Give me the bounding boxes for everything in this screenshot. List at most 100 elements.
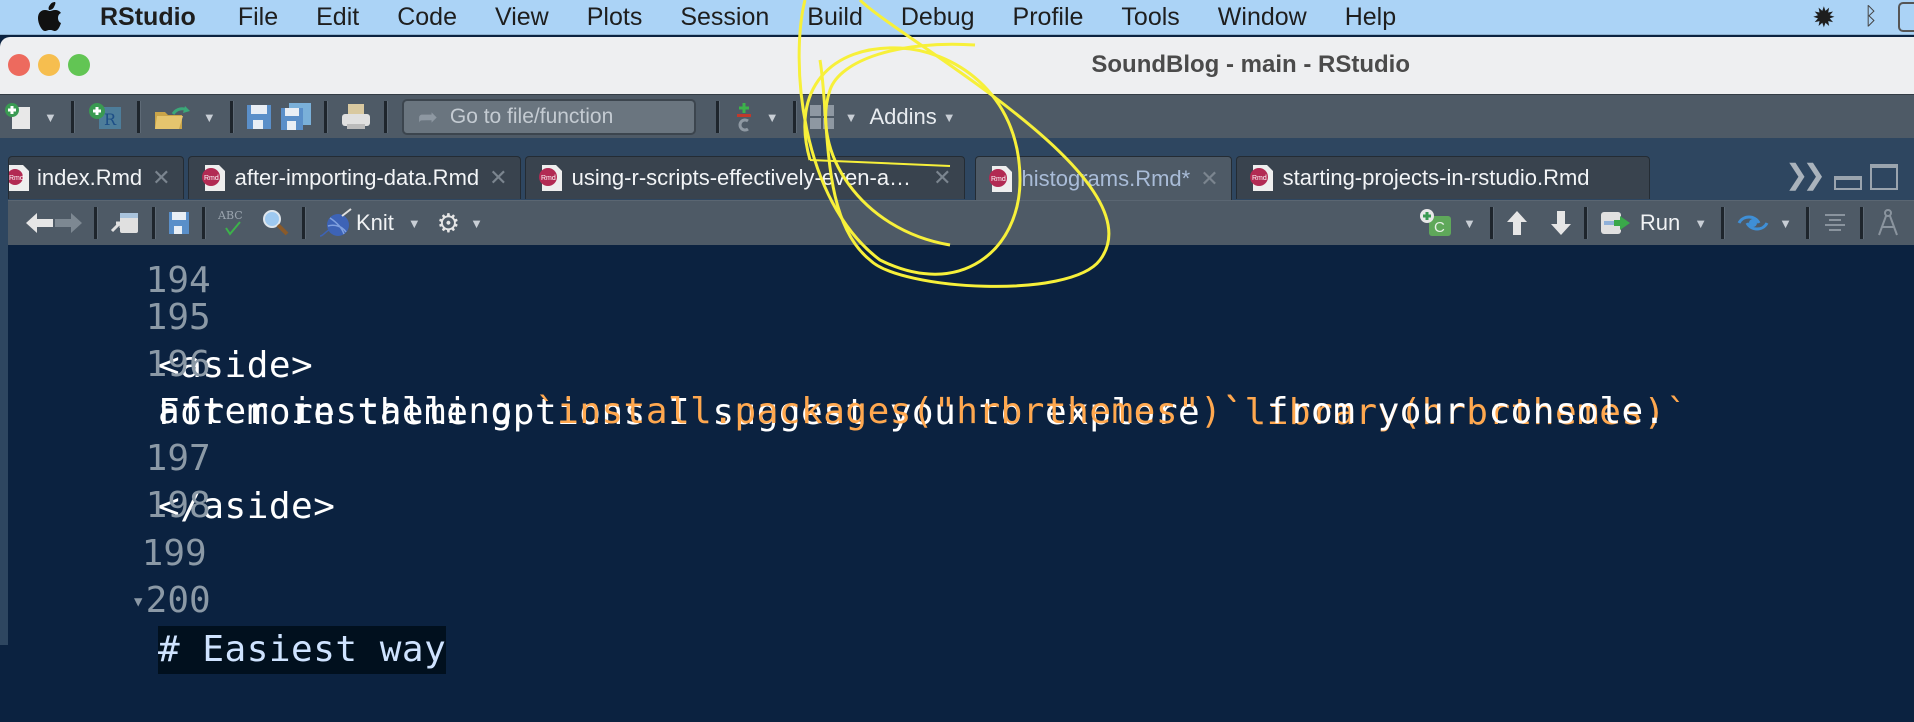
close-tab-icon[interactable]: ✕ (489, 165, 507, 191)
bluetooth-icon[interactable]: ᛒ (1864, 3, 1878, 31)
window-title-bar: SoundBlog - main - RStudio (0, 37, 1914, 94)
rmd-file-icon: Rmd (538, 165, 562, 191)
editor-tab-starting-projects[interactable]: Rmd starting-projects-in-rstudio.Rmd (1235, 156, 1650, 199)
run-dropdown-caret[interactable]: ▼ (1694, 216, 1707, 231)
open-file-dropdown-caret[interactable]: ▼ (203, 110, 216, 125)
toolbar-separator (383, 101, 388, 133)
line-number: 198 (145, 485, 211, 526)
insert-chunk-button[interactable]: C (1419, 206, 1453, 240)
menu-help[interactable]: Help (1345, 4, 1396, 30)
maximize-pane-icon[interactable] (1870, 164, 1898, 190)
tab-label: using-r-scripts-effectively-even-a… (571, 165, 912, 190)
svg-text:C: C (1434, 219, 1445, 236)
open-file-button[interactable] (153, 100, 193, 134)
document-options-button[interactable]: ⚙ (437, 206, 460, 240)
version-control-dropdown-caret[interactable]: ▼ (766, 110, 779, 125)
line-number: 200 (145, 580, 211, 621)
visual-editor-button[interactable] (1876, 206, 1900, 240)
knit-button[interactable]: Knit (318, 206, 398, 240)
save-button[interactable] (246, 100, 272, 134)
menu-code[interactable]: Code (397, 4, 457, 30)
arrow-down-icon (1550, 211, 1571, 235)
run-label: Run (1639, 210, 1681, 235)
rmd-file-icon: Rmd (201, 165, 225, 191)
svg-text:Rmd: Rmd (541, 175, 556, 182)
editor-line: 199 ▼ # Easiest way (8, 482, 447, 674)
menu-view[interactable]: View (495, 4, 549, 30)
menu-edit[interactable]: Edit (316, 4, 359, 30)
save-all-button[interactable] (280, 100, 312, 134)
apple-menu-icon[interactable] (36, 2, 64, 31)
menu-profile[interactable]: Profile (1013, 4, 1084, 30)
compass-icon (1878, 209, 1898, 236)
knit-dropdown-caret[interactable]: ▼ (408, 216, 421, 231)
new-file-icon (5, 103, 30, 129)
line-number: 196 (145, 344, 211, 385)
menu-app-rstudio[interactable]: RStudio (100, 4, 196, 30)
save-icon (169, 212, 189, 234)
menu-plots[interactable]: Plots (587, 4, 643, 30)
next-section-button[interactable] (1550, 206, 1572, 240)
save-icon (246, 105, 271, 129)
toolbar-separator (152, 207, 156, 239)
close-tab-icon[interactable]: ✕ (933, 165, 951, 191)
battery-icon[interactable] (1898, 2, 1914, 32)
addins-dropdown-caret[interactable]: ▼ (943, 110, 956, 125)
new-project-button[interactable]: R (87, 100, 125, 134)
spell-check-button[interactable]: ABC (218, 206, 254, 240)
show-in-new-window-button[interactable] (110, 206, 140, 240)
source-editor-toolbar: ABC Knit ▼ ⚙ ▼ C ▼ Run ▼ ▼ (8, 200, 1914, 245)
go-to-file-function-input[interactable]: ➦ Go to file/function (401, 99, 696, 135)
svg-text:Rmd: Rmd (1252, 175, 1267, 182)
workspace-panes-button[interactable] (809, 100, 835, 134)
new-file-dropdown-caret[interactable]: ▼ (44, 110, 57, 125)
rerun-dropdown-caret[interactable]: ▼ (1779, 216, 1792, 231)
run-button[interactable]: Run (1600, 206, 1684, 240)
tab-label: index.Rmd (37, 165, 143, 190)
find-replace-button[interactable] (262, 206, 290, 240)
spell-check-icon: ABC (218, 209, 243, 236)
menu-tools[interactable]: Tools (1121, 4, 1179, 30)
close-tab-icon[interactable]: ✕ (152, 165, 170, 191)
brightness-icon[interactable]: ✹ (1812, 1, 1835, 34)
pane-left-border (0, 138, 8, 645)
svg-text:Rmd: Rmd (991, 176, 1006, 183)
toolbar-separator (323, 101, 328, 133)
document-options-dropdown-caret[interactable]: ▼ (470, 216, 483, 231)
toolbar-separator (1721, 207, 1726, 239)
minimize-pane-icon[interactable] (1834, 176, 1862, 190)
toolbar-separator (1860, 207, 1864, 239)
menu-build[interactable]: Build (807, 4, 863, 30)
insert-chunk-dropdown-caret[interactable]: ▼ (1463, 216, 1476, 231)
previous-section-button[interactable] (1506, 206, 1528, 240)
source-editor[interactable]: 194 195 <aside> 196 For more theme optio… (8, 245, 1914, 674)
editor-tab-histograms-active[interactable]: Rmd histograms.Rmd* ✕ (974, 156, 1232, 201)
menu-session[interactable]: Session (680, 4, 769, 30)
editor-tab-after-importing-data[interactable]: Rmd after-importing-data.Rmd ✕ (187, 156, 521, 199)
menu-window[interactable]: Window (1218, 4, 1307, 30)
workspace-panes-dropdown-caret[interactable]: ▼ (845, 110, 858, 125)
editor-tab-using-r-scripts[interactable]: Rmd using-r-scripts-effectively-even-a… … (524, 156, 965, 199)
toolbar-separator (202, 207, 206, 239)
print-button[interactable] (340, 100, 372, 134)
document-outline-button[interactable] (1822, 206, 1848, 240)
save-document-button[interactable] (168, 206, 190, 240)
outline-lines-icon (1825, 214, 1845, 231)
rmd-file-icon: Rmd (988, 166, 1012, 192)
line-number: 199 (141, 533, 207, 574)
svg-text:ABC: ABC (218, 209, 243, 222)
knit-yarn-icon (319, 208, 352, 237)
line-number: 195 (145, 297, 211, 338)
go-to-placeholder: Go to file/function (449, 105, 614, 128)
git-icon (736, 103, 751, 132)
version-control-button[interactable] (732, 100, 756, 134)
close-tab-icon[interactable]: ✕ (1200, 166, 1218, 192)
menu-debug[interactable]: Debug (901, 4, 975, 30)
print-icon (341, 104, 370, 129)
menu-file[interactable]: File (238, 4, 278, 30)
editor-tab-index-rmd[interactable]: Rmd index.Rmd ✕ (8, 156, 184, 199)
more-tabs-chevron-icon[interactable]: ❯❯ (1785, 158, 1826, 191)
addins-menu-button[interactable]: Addins (870, 104, 937, 130)
new-file-button[interactable] (4, 100, 34, 134)
rerun-chunks-button[interactable] (1737, 206, 1769, 240)
